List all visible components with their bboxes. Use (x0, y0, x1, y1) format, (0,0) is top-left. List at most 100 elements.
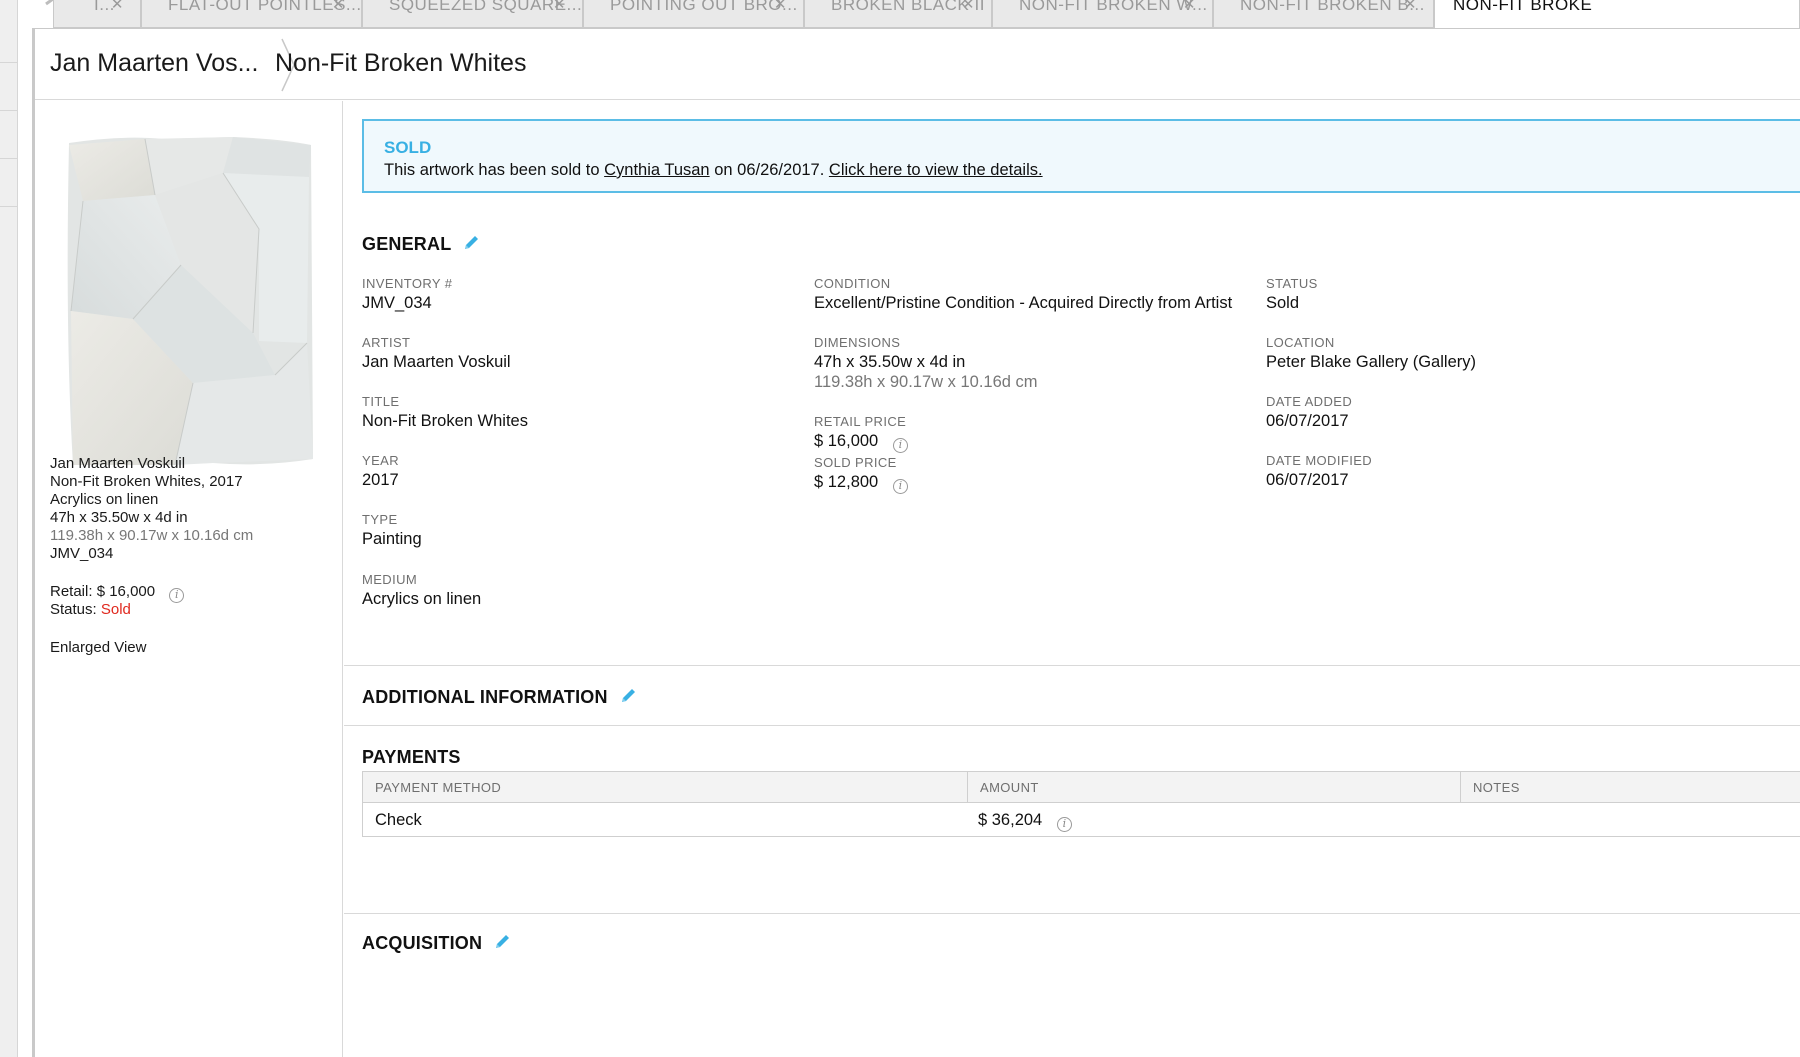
location-label: LOCATION (1266, 335, 1335, 350)
close-icon[interactable]: ✕ (553, 0, 566, 12)
artist-label: ARTIST (362, 335, 411, 350)
sold-banner-title: SOLD (384, 138, 432, 157)
tab-label: POINTING OUT BRO... (610, 0, 798, 14)
payments-table: PAYMENT METHOD AMOUNT NOTES Check $ 36,2… (362, 771, 1800, 837)
payment-amount-value: $ 36,204 (978, 811, 1043, 829)
info-icon[interactable]: i (1056, 817, 1072, 832)
tab-3[interactable]: SQUEEZED SQUARE... ✕ (362, 0, 583, 28)
artwork-detail-window: Jan Maarten Vos... Non-Fit Broken Whites (32, 28, 1800, 1057)
location-value: Peter Blake Gallery (Gallery) (1266, 353, 1476, 371)
info-icon[interactable]: i (892, 438, 908, 453)
dimensions-cm-value: 119.38h x 90.17w x 10.16d cm (814, 373, 1038, 391)
sold-price-label: SOLD PRICE (814, 455, 897, 470)
artist-value: Jan Maarten Voskuil (362, 353, 511, 371)
section-divider (344, 665, 1800, 666)
section-divider (344, 725, 1800, 726)
col-payment-method: PAYMENT METHOD (375, 780, 502, 795)
status-value: Sold (1266, 294, 1300, 312)
dimensions-label: DIMENSIONS (814, 335, 901, 350)
buyer-link[interactable]: Cynthia Tusan (604, 161, 709, 179)
acquisition-section-title: ACQUISITION (362, 933, 511, 954)
payments-section-title: PAYMENTS (362, 747, 461, 767)
info-icon[interactable]: i (892, 479, 908, 494)
view-details-link[interactable]: Click here to view the details. (829, 161, 1043, 179)
retail-price-row: $ 16,000 i (814, 432, 908, 453)
info-icon[interactable]: i (169, 588, 185, 603)
dimensions-value: 47h x 35.50w x 4d in (814, 353, 966, 371)
inventory-value: JMV_034 (362, 294, 432, 312)
sold-msg-date: on 06/26/2017. (714, 161, 825, 179)
retail-value: $ 16,000 (96, 583, 156, 600)
date-modified-value: 06/07/2017 (1266, 471, 1349, 489)
title-value: Non-Fit Broken Whites (362, 412, 528, 430)
year-value: 2017 (362, 471, 399, 489)
close-icon[interactable]: ✕ (1404, 0, 1417, 12)
sold-msg-prefix: This artwork has been sold to (384, 161, 600, 179)
close-icon[interactable]: ✕ (111, 0, 124, 12)
medium-value: Acrylics on linen (362, 590, 482, 608)
breadcrumb: Jan Maarten Vos... Non-Fit Broken Whites (35, 29, 1800, 100)
inventory-label: INVENTORY # (362, 276, 453, 291)
left-edge-panel (0, 0, 18, 1057)
edit-pencil-icon[interactable] (493, 933, 511, 951)
date-added-label: DATE ADDED (1266, 394, 1353, 409)
status-label: STATUS (1266, 276, 1318, 291)
tab-6[interactable]: NON-FIT BROKEN W... ✕ (992, 0, 1213, 28)
additional-info-title-text: ADDITIONAL INFORMATION (362, 687, 608, 707)
general-title-text: GENERAL (362, 234, 452, 254)
type-value: Painting (362, 530, 422, 548)
sold-banner-message: This artwork has been sold to Cynthia Tu… (384, 161, 1043, 180)
breadcrumb-parent[interactable]: Jan Maarten Vos... (50, 49, 258, 78)
artwork-thumbnail[interactable] (63, 133, 315, 471)
payment-notes-cell (1460, 803, 1472, 837)
tab-1[interactable]: I... ✕ (53, 0, 141, 28)
sold-price-value: $ 12,800 (814, 473, 879, 491)
condition-label: CONDITION (814, 276, 891, 291)
payments-table-header: PAYMENT METHOD AMOUNT NOTES (363, 772, 1800, 803)
status-value: Sold (100, 601, 131, 618)
status-label: Status: (50, 601, 97, 618)
breadcrumb-current: Non-Fit Broken Whites (275, 49, 527, 77)
artwork-main-content: SOLD This artwork has been sold to Cynth… (344, 101, 1800, 1057)
title-label: TITLE (362, 394, 400, 409)
retail-label: Retail: (50, 583, 93, 600)
retail-price-label: RETAIL PRICE (814, 414, 907, 429)
sidebar-status: Status: Sold (50, 600, 131, 620)
retail-price-value: $ 16,000 (814, 432, 879, 450)
sidebar-artist: Jan Maarten Voskuil (50, 455, 186, 472)
enlarged-view-link[interactable]: Enlarged View (50, 638, 146, 658)
edit-pencil-icon[interactable] (462, 234, 480, 252)
sidebar-dimensions-in: 47h x 35.50w x 4d in (50, 509, 188, 526)
section-divider (344, 913, 1800, 914)
tab-7[interactable]: NON-FIT BROKEN B... ✕ (1213, 0, 1434, 28)
sidebar-inventory: JMV_034 (50, 545, 114, 562)
sidebar-dimensions-cm: 119.38h x 90.17w x 10.16d cm (50, 527, 254, 544)
date-modified-label: DATE MODIFIED (1266, 453, 1373, 468)
medium-label: MEDIUM (362, 572, 418, 587)
sold-banner: SOLD This artwork has been sold to Cynth… (362, 119, 1800, 193)
tab-5[interactable]: BROKEN BLACK II ✕ (804, 0, 992, 28)
date-added-value: 06/07/2017 (1266, 412, 1349, 430)
tab-label: NON-FIT BROKEN B... (1240, 0, 1425, 14)
close-icon[interactable]: ✕ (774, 0, 787, 12)
tab-2[interactable]: FLAT-OUT POINTLES... ✕ (141, 0, 362, 28)
type-label: TYPE (362, 512, 398, 527)
sold-price-row: $ 12,800 i (814, 473, 908, 494)
tab-bar: I... ✕ FLAT-OUT POINTLES... ✕ SQUEEZED S… (18, 0, 1800, 32)
additional-info-section-title: ADDITIONAL INFORMATION (362, 687, 637, 708)
payment-amount-cell: $ 36,204 i (966, 803, 1072, 837)
close-icon[interactable]: ✕ (332, 0, 345, 12)
payment-method-cell: Check (375, 811, 422, 829)
general-section-title: GENERAL (362, 234, 480, 255)
tab-label: NON-FIT BROKE (1453, 0, 1593, 14)
year-label: YEAR (362, 453, 400, 468)
sidebar-title-year: Non-Fit Broken Whites, 2017 (50, 473, 243, 490)
close-icon[interactable]: ✕ (962, 0, 975, 12)
col-amount: AMOUNT (967, 772, 1460, 803)
col-notes: NOTES (1460, 772, 1800, 803)
tab-4[interactable]: POINTING OUT BRO... ✕ (583, 0, 804, 28)
edit-pencil-icon[interactable] (619, 687, 637, 705)
close-icon[interactable]: ✕ (1183, 0, 1196, 12)
acquisition-title-text: ACQUISITION (362, 933, 483, 953)
tab-label: NON-FIT BROKEN W... (1019, 0, 1208, 14)
